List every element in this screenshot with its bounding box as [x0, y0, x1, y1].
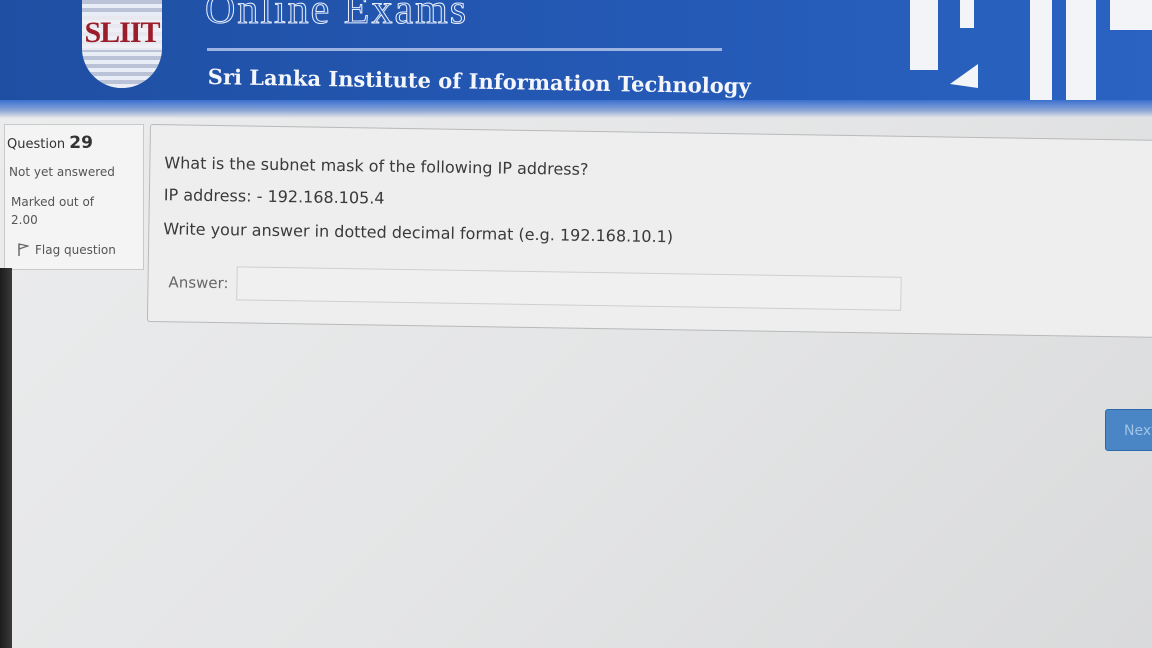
flag-question-label: Flag question [35, 243, 116, 257]
question-number-line: Question 29 [7, 133, 93, 153]
question-content-panel: What is the subnet mask of the following… [146, 124, 1152, 339]
question-text: What is the subnet mask of the following… [164, 153, 589, 179]
marked-out-of-value: 2.00 [11, 213, 38, 227]
header-decoration [960, 0, 974, 28]
format-instruction-text: Write your answer in dotted decimal form… [163, 219, 674, 247]
institute-name: Sri Lanka Institute of Information Techn… [207, 64, 751, 99]
question-info-panel: Question 29 Not yet answered Marked out … [4, 124, 144, 270]
next-page-button[interactable]: Next [1105, 409, 1152, 451]
answer-input[interactable] [236, 266, 902, 311]
title-divider [207, 48, 722, 51]
flag-icon [18, 243, 29, 256]
flag-question-link[interactable]: Flag question [17, 243, 116, 257]
answer-label: Answer: [168, 273, 229, 293]
exam-title: Online Exams [204, 0, 469, 34]
answer-state: Not yet answered [9, 165, 115, 179]
exam-page: SLIIT Online Exams Sri Lanka Institute o… [0, 0, 1152, 648]
header-fade [0, 100, 1152, 118]
header-decoration [1110, 0, 1152, 30]
header-decoration [910, 0, 938, 70]
sliit-logo: SLIIT [82, 0, 162, 88]
logo-text: SLIIT [82, 16, 162, 50]
question-label: Question [7, 137, 66, 152]
question-number: 29 [69, 133, 93, 153]
ip-address-text: IP address: - 192.168.105.4 [163, 185, 385, 208]
triangle-decoration-icon [950, 64, 978, 88]
marked-out-of-label: Marked out of [11, 195, 95, 209]
screen-bezel-edge [0, 268, 12, 648]
